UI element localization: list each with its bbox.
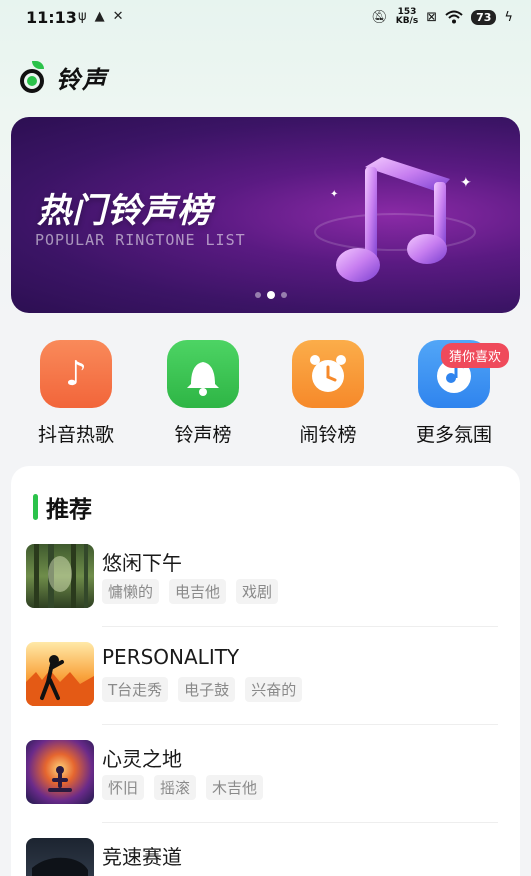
ringtone-name: 悠闲下午 [102, 551, 182, 575]
cover-meditation-thumbnail [26, 740, 94, 804]
battery-indicator: 73 [471, 9, 497, 25]
banner-title: 热门铃声榜 [37, 191, 212, 231]
svg-text:✦: ✦ [330, 189, 338, 200]
carousel-dot[interactable] [255, 292, 261, 298]
carousel-dot[interactable] [281, 292, 287, 298]
app-title: 铃声 [56, 66, 108, 94]
divider [102, 724, 498, 725]
category-label: 抖音热歌 [37, 424, 114, 446]
net-speed-unit: KB/s [395, 16, 419, 26]
carousel-dot-active[interactable] [267, 291, 275, 299]
ringtone-list-item[interactable]: PERSONALITY T台走秀 电子鼓 兴奋的 [26, 642, 506, 725]
usb-icon: ψ [78, 9, 87, 24]
ringtone-list-item[interactable]: 悠闲下午 慵懒的 电吉他 戏剧 [26, 544, 506, 627]
tools-icon: ✕ [112, 9, 124, 24]
recommend-title: 推荐 [46, 497, 92, 523]
tag[interactable]: 慵懒的 [102, 579, 160, 604]
app-logo-icon [18, 60, 48, 95]
status-time: 11:13 [26, 8, 77, 27]
status-right: 🔕︎ 153 KB/s ⊠ 73 ϟ [371, 8, 513, 26]
tag[interactable]: 戏剧 [236, 579, 279, 604]
section-accent-bar [33, 494, 38, 520]
charging-icon: ϟ [504, 9, 513, 25]
guess-you-like-badge: 猜你喜欢 [441, 343, 510, 368]
status-bar: 11:13 ψ ▲ ✕ 🔕︎ 153 KB/s ⊠ 73 ϟ [0, 0, 531, 36]
app-header: 铃声 [18, 60, 108, 95]
recommend-card: 推荐 悠闲下午 慵懒的 电吉他 戏剧 PERSONALITY T台走秀 电子鼓 … [11, 466, 520, 876]
warning-icon: ▲ [94, 9, 105, 24]
music-note-illustration: ✦ ✦ [314, 157, 476, 282]
category-douyin-hits[interactable]: ♪ 抖音热歌 [21, 340, 131, 447]
tag-list: 怀旧 摇滚 木吉他 [102, 775, 264, 800]
tag[interactable]: T台走秀 [102, 677, 169, 702]
carousel-indicator [255, 291, 287, 299]
tiktok-note-icon: ♪ [40, 340, 112, 408]
tag[interactable]: 怀旧 [102, 775, 145, 800]
category-alarm-chart[interactable]: 闹铃榜 [273, 340, 383, 447]
recommend-header: 推荐 [33, 490, 92, 524]
category-label: 铃声榜 [174, 424, 232, 446]
ringtone-name: 竞速赛道 [102, 845, 182, 869]
cover-race-car-thumbnail [26, 838, 94, 876]
tag-list: T台走秀 电子鼓 兴奋的 [102, 677, 303, 702]
wifi-icon [445, 10, 463, 24]
banner-carousel[interactable]: 热门铃声榜 POPULAR RINGTONE LIST ✦ ✦ [11, 117, 520, 313]
svg-text:✦: ✦ [460, 175, 472, 191]
sim-icon: ⊠ [426, 9, 438, 25]
category-label: 更多氛围 [415, 424, 492, 446]
tag[interactable]: 电子鼓 [178, 677, 236, 702]
tag[interactable]: 兴奋的 [245, 677, 303, 702]
net-speed: 153 KB/s [396, 8, 418, 26]
category-label: 闹铃榜 [299, 424, 357, 446]
ringtone-list-item[interactable]: 心灵之地 怀旧 摇滚 木吉他 [26, 740, 506, 823]
mute-bell-icon: 🔕︎ [371, 9, 388, 25]
ringtone-name: PERSONALITY [102, 645, 240, 669]
status-left-icons: ψ ▲ ✕ [78, 9, 123, 24]
divider [102, 626, 498, 627]
tag[interactable]: 木吉他 [206, 775, 264, 800]
tag[interactable]: 电吉他 [169, 579, 227, 604]
category-ringtone-chart[interactable]: 铃声榜 [148, 340, 258, 447]
bell-icon [167, 340, 239, 408]
ringtone-list-item[interactable]: 竞速赛道 [26, 838, 506, 876]
cover-forest-thumbnail [26, 544, 94, 608]
alarm-clock-icon [292, 340, 364, 408]
ringtone-name: 心灵之地 [102, 747, 182, 771]
divider [102, 822, 498, 823]
banner-subtitle: POPULAR RINGTONE LIST [35, 231, 246, 249]
tag[interactable]: 摇滚 [154, 775, 197, 800]
tag-list: 慵懒的 电吉他 戏剧 [102, 579, 279, 604]
cover-singer-thumbnail [26, 642, 94, 706]
